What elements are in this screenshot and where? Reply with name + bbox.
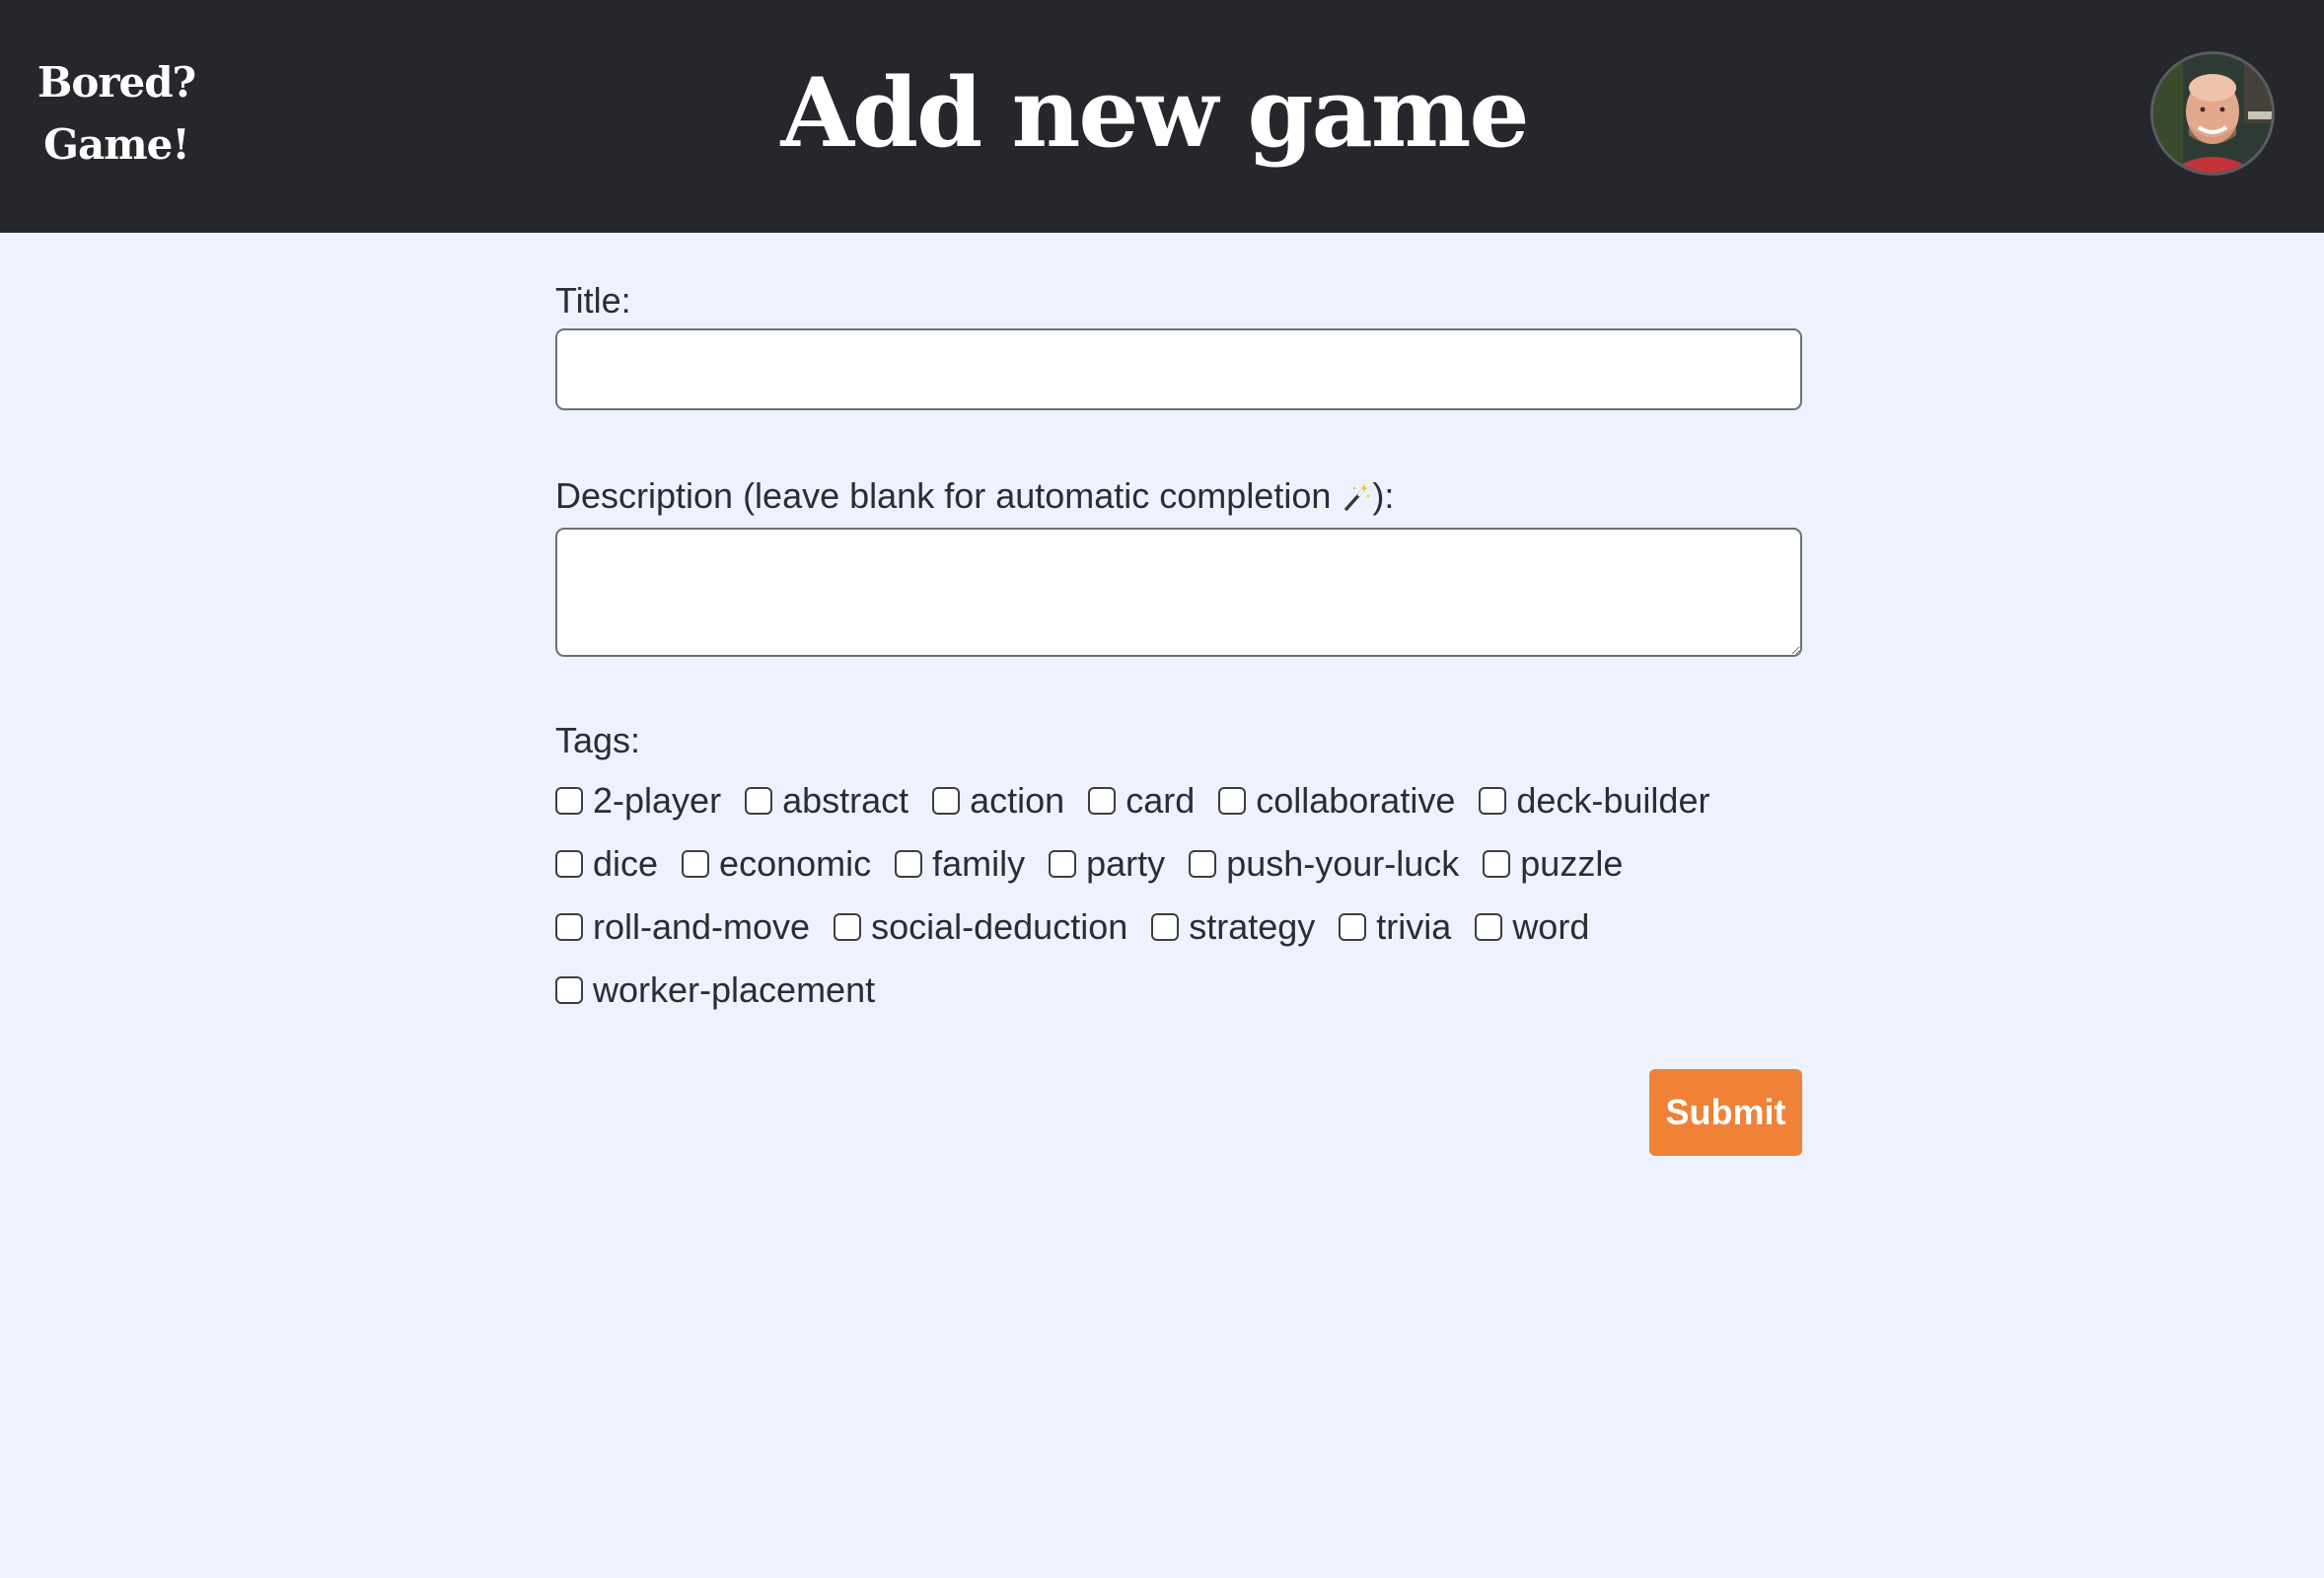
- tag-checkbox[interactable]: [1339, 913, 1367, 941]
- tag-option-family[interactable]: family: [895, 832, 1025, 896]
- tags-list: 2-player abstract action card collaborative d…: [555, 769, 1802, 1022]
- tag-option-collaborative[interactable]: collaborative: [1218, 769, 1455, 832]
- tag-option-card[interactable]: card: [1088, 769, 1195, 832]
- title-input[interactable]: [555, 328, 1802, 410]
- tag-checkbox[interactable]: [1483, 850, 1511, 878]
- tags-label: Tags:: [555, 720, 641, 760]
- tag-label: puzzle: [1520, 843, 1624, 884]
- tag-option-trivia[interactable]: trivia: [1339, 896, 1451, 959]
- tag-checkbox[interactable]: [555, 913, 583, 941]
- tag-checkbox[interactable]: [932, 787, 961, 815]
- tag-option-abstract[interactable]: abstract: [745, 769, 908, 832]
- tag-label: economic: [719, 843, 872, 884]
- tag-option-dice[interactable]: dice: [555, 832, 658, 896]
- tag-label: social-deduction: [871, 906, 1128, 947]
- tag-label: worker-placement: [593, 969, 876, 1010]
- tag-checkbox[interactable]: [1479, 787, 1507, 815]
- tag-checkbox[interactable]: [895, 850, 923, 878]
- avatar[interactable]: [2150, 51, 2275, 176]
- page-title: Add new game: [780, 57, 1529, 169]
- tag-option-roll-and-move[interactable]: roll-and-move: [555, 896, 810, 959]
- add-game-form: Title: Description (leave blank for auto…: [555, 276, 1802, 1022]
- description-label-suffix: ):: [1372, 475, 1395, 516]
- tag-option-push-your-luck[interactable]: push-your-luck: [1189, 832, 1459, 896]
- tag-option-puzzle[interactable]: puzzle: [1483, 832, 1623, 896]
- tag-label: word: [1512, 906, 1590, 947]
- tag-checkbox[interactable]: [1049, 850, 1077, 878]
- description-label: Description (leave blank for automatic c…: [555, 471, 1802, 525]
- title-label: Title:: [555, 280, 631, 321]
- tag-label: dice: [593, 843, 659, 884]
- submit-button[interactable]: Submit: [1649, 1069, 1802, 1156]
- tag-option-2-player[interactable]: 2-player: [555, 769, 721, 832]
- tag-label: roll-and-move: [593, 906, 811, 947]
- description-label-text: Description (leave blank for automatic c…: [555, 475, 1342, 516]
- tag-checkbox[interactable]: [834, 913, 862, 941]
- tag-option-deck-builder[interactable]: deck-builder: [1479, 769, 1709, 832]
- tag-checkbox[interactable]: [555, 787, 583, 815]
- tag-label: party: [1086, 843, 1166, 884]
- tag-label: abstract: [782, 780, 909, 821]
- tag-option-strategy[interactable]: strategy: [1151, 896, 1315, 959]
- avatar-image: [2153, 54, 2272, 173]
- tag-label: trivia: [1376, 906, 1452, 947]
- tag-checkbox[interactable]: [745, 787, 773, 815]
- tag-label: deck-builder: [1516, 780, 1710, 821]
- tag-label: 2-player: [593, 780, 722, 821]
- tag-checkbox[interactable]: [1218, 787, 1247, 815]
- tag-option-worker-placement[interactable]: worker-placement: [555, 959, 875, 1022]
- tag-option-action[interactable]: action: [932, 769, 1064, 832]
- tag-checkbox[interactable]: [1088, 787, 1117, 815]
- tag-label: strategy: [1189, 906, 1316, 947]
- tag-checkbox[interactable]: [1189, 850, 1217, 878]
- tag-label: action: [970, 780, 1065, 821]
- tag-checkbox[interactable]: [1475, 913, 1503, 941]
- magic-wand-icon: [1343, 475, 1370, 525]
- description-textarea[interactable]: [555, 528, 1802, 657]
- tag-checkbox[interactable]: [555, 850, 583, 878]
- app-header: Bored? Game! Add new game: [0, 0, 2324, 233]
- tag-option-economic[interactable]: economic: [682, 832, 871, 896]
- tag-label: family: [932, 843, 1026, 884]
- tag-option-social-deduction[interactable]: social-deduction: [834, 896, 1127, 959]
- tag-option-word[interactable]: word: [1475, 896, 1589, 959]
- tag-label: card: [1126, 780, 1196, 821]
- tag-checkbox[interactable]: [682, 850, 710, 878]
- tag-option-party[interactable]: party: [1049, 832, 1165, 896]
- tag-checkbox[interactable]: [555, 976, 583, 1004]
- tag-label: push-your-luck: [1226, 843, 1460, 884]
- tag-checkbox[interactable]: [1151, 913, 1180, 941]
- tag-label: collaborative: [1256, 780, 1456, 821]
